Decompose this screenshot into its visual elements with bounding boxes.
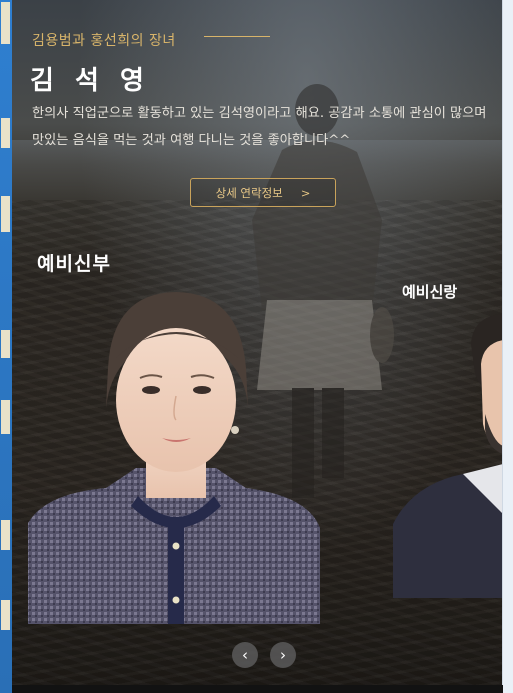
chevron-left-icon: ‹ bbox=[242, 646, 248, 664]
bride-profile-section: 김용범과 홍선희의 장녀 김 석 영 한의사 직업군으로 활동하고 있는 김석영… bbox=[12, 0, 503, 685]
parents-subtitle: 김용범과 홍선희의 장녀 bbox=[32, 33, 176, 49]
groom-photo[interactable] bbox=[393, 314, 503, 598]
bride-name: 김 석 영 bbox=[30, 66, 150, 96]
carousel-next-button[interactable]: › bbox=[270, 642, 296, 668]
chevron-right-icon: > bbox=[300, 185, 311, 200]
subtitle-divider bbox=[204, 36, 270, 37]
bride-photo[interactable] bbox=[26, 288, 322, 626]
desktop-icon-fragment bbox=[1, 600, 10, 630]
desktop-icon-fragment bbox=[1, 118, 10, 148]
carousel-prev-button[interactable]: ‹ bbox=[232, 642, 258, 668]
chevron-right-icon: › bbox=[280, 646, 286, 664]
desktop-icon-fragment bbox=[1, 2, 10, 44]
desktop-icon-fragment bbox=[1, 196, 10, 232]
desktop-icon-fragment bbox=[1, 520, 10, 550]
contact-details-label: 상세 연락정보 bbox=[215, 185, 283, 200]
desktop-background-strip bbox=[0, 0, 12, 693]
window-bottom-edge bbox=[12, 685, 503, 693]
bride-label: 예비신부 bbox=[37, 253, 111, 275]
desktop-icon-fragment bbox=[1, 330, 10, 358]
window-right-edge bbox=[502, 0, 513, 693]
bride-introduction: 한의사 직업군으로 활동하고 있는 김석영이라고 해요. 공감과 소통에 관심이… bbox=[32, 106, 487, 148]
groom-label: 예비신랑 bbox=[402, 283, 458, 301]
contact-details-button[interactable]: 상세 연락정보 > bbox=[190, 178, 336, 207]
desktop-icon-fragment bbox=[1, 400, 10, 434]
